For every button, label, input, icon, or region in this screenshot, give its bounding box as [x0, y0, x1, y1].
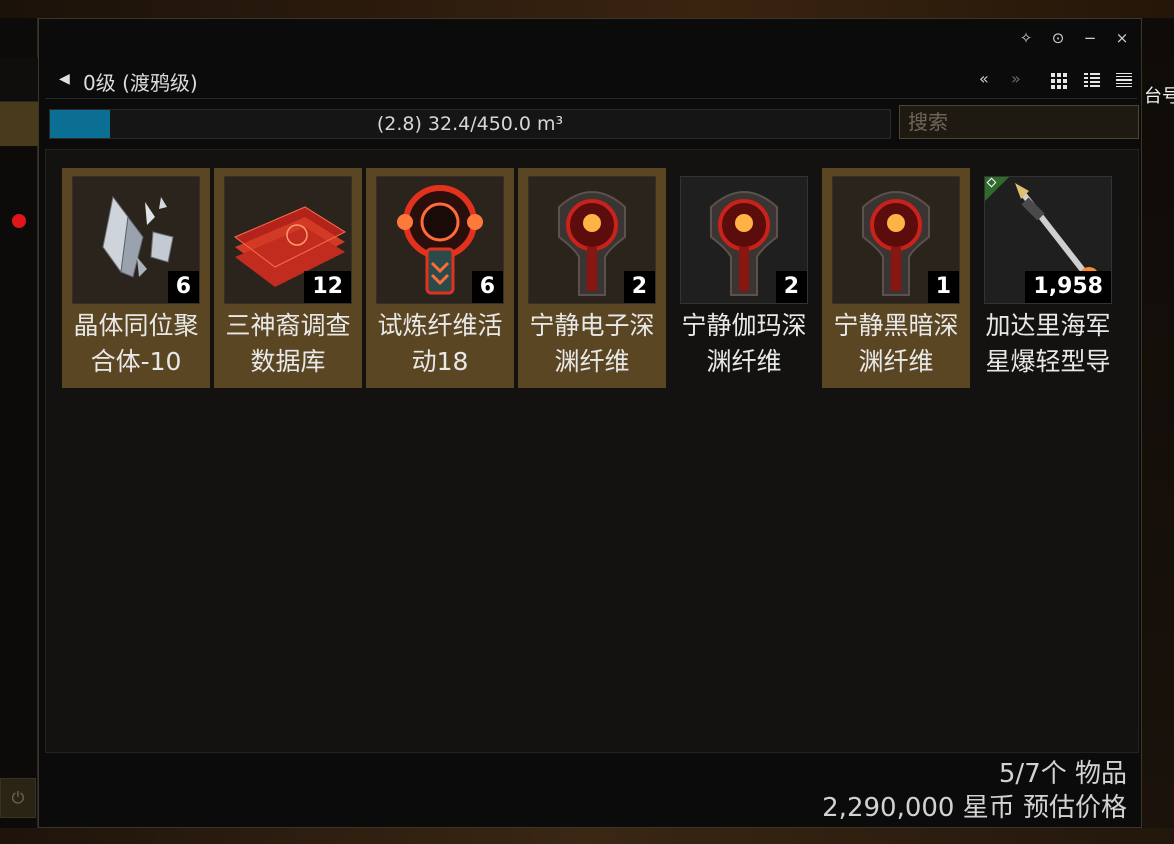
view-details-button[interactable] [1083, 71, 1101, 89]
quantity-badge: 6 [471, 271, 503, 303]
left-panel-header [0, 58, 38, 102]
estimated-price: 2,290,000 星币 预估价格 [822, 793, 1127, 823]
item-name: 晶体同位聚合体-10 [73, 311, 199, 376]
pin-icon[interactable]: ✧ [1017, 29, 1035, 47]
item-grid-area[interactable]: 6 晶体同位聚合体-10 12 三神裔调查数据库 6 试炼纤维活动18 2 宁静… [45, 149, 1139, 753]
background-right [1142, 18, 1174, 828]
item-tile[interactable]: 2 宁静电子深渊纤维 [518, 168, 666, 388]
abyssal-filament-icon: 1 [832, 176, 960, 304]
minimize-icon[interactable]: − [1081, 29, 1099, 47]
quantity-badge: 2 [775, 271, 807, 303]
item-tile[interactable]: 12 三神裔调查数据库 [214, 168, 362, 388]
item-count: 5/7个 物品 [998, 759, 1127, 789]
light-missile-icon: 1,958 [984, 176, 1112, 304]
trial-filament-icon: 6 [376, 176, 504, 304]
settings-icon[interactable]: ⊙ [1049, 29, 1067, 47]
crystal-shards-icon: 6 [72, 176, 200, 304]
background-bottom [0, 828, 1174, 844]
nav-next-button[interactable]: » [1011, 69, 1021, 88]
item-name: 宁静电子深渊纤维 [529, 311, 655, 376]
cargo-window: ✧ ⊙ − × ◀ 0级 (渡鸦级) « » (2.8) 32.4/450.0 … [38, 18, 1142, 828]
view-icons-button[interactable] [1049, 71, 1067, 89]
left-neighbor-panel: ⏻ [0, 18, 38, 828]
item-name: 试炼纤维活动18 [377, 311, 503, 376]
collapse-arrow-icon[interactable]: ◀ [59, 71, 70, 87]
item-list: 6 晶体同位聚合体-10 12 三神裔调查数据库 6 试炼纤维活动18 2 宁静… [62, 168, 1122, 388]
item-name: 宁静伽玛深渊纤维 [681, 311, 807, 376]
power-button[interactable]: ⏻ [0, 778, 36, 818]
title-bar[interactable]: ✧ ⊙ − × [39, 19, 1141, 59]
alert-dot [12, 214, 26, 228]
item-name: 宁静黑暗深渊纤维 [833, 311, 959, 376]
capacity-bar: (2.8) 32.4/450.0 m³ [49, 109, 891, 139]
item-tile[interactable]: 6 晶体同位聚合体-10 [62, 168, 210, 388]
view-list-button[interactable] [1115, 71, 1133, 89]
left-panel-selected-row[interactable] [0, 102, 38, 146]
quantity-badge: 1,958 [1025, 271, 1111, 303]
item-tile[interactable]: 6 试炼纤维活动18 [366, 168, 514, 388]
quantity-badge: 2 [623, 271, 655, 303]
nav-prev-button[interactable]: « [979, 69, 989, 88]
data-tablets-icon: 12 [224, 176, 352, 304]
background-top [0, 0, 1174, 18]
quantity-badge: 6 [167, 271, 199, 303]
header-row: ◀ 0级 (渡鸦级) « » [45, 61, 1137, 99]
window-controls: ✧ ⊙ − × [1017, 29, 1131, 47]
neighbor-window-label: 台号 [1144, 86, 1174, 107]
item-name: 加达里海军星爆轻型导 [985, 311, 1111, 376]
item-tile[interactable]: 2 宁静伽玛深渊纤维 [670, 168, 818, 388]
quantity-badge: 12 [304, 271, 351, 303]
search-input[interactable] [899, 105, 1139, 139]
quantity-badge: 1 [927, 271, 959, 303]
capacity-text: (2.8) 32.4/450.0 m³ [376, 113, 564, 135]
ship-title: 0级 (渡鸦级) [83, 71, 198, 95]
item-tile[interactable]: 1 宁静黑暗深渊纤维 [822, 168, 970, 388]
footer-summary: 5/7个 物品 2,290,000 星币 预估价格 [822, 757, 1127, 825]
abyssal-filament-icon: 2 [528, 176, 656, 304]
item-name: 三神裔调查数据库 [225, 311, 351, 376]
abyssal-filament-icon: 2 [680, 176, 808, 304]
close-icon[interactable]: × [1113, 29, 1131, 47]
item-tile[interactable]: 1,958 加达里海军星爆轻型导 [974, 168, 1122, 388]
